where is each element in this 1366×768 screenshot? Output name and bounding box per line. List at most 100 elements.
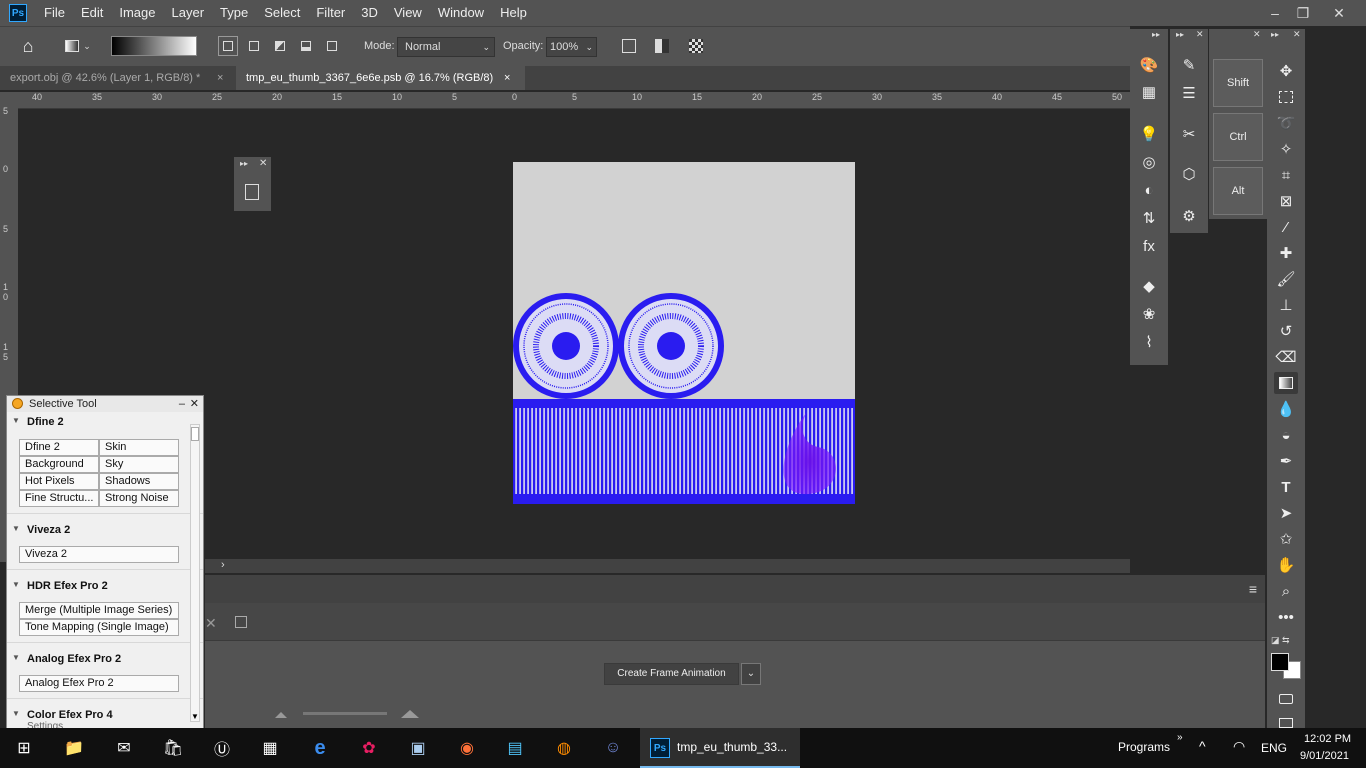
panel-menu-icon[interactable]: ≡ [1249, 581, 1257, 597]
shift-key-button[interactable]: Shift [1213, 59, 1263, 107]
shape-tool-icon[interactable]: ✩ [1274, 528, 1298, 550]
close-icon[interactable]: ✕ [1196, 29, 1204, 40]
mail-icon[interactable]: ✉ [112, 736, 136, 760]
vertical-scrollbar[interactable]: ▼ [190, 424, 200, 722]
collapse-icon[interactable]: ▸▸ [240, 159, 248, 168]
gradient-tool-icon[interactable] [1274, 372, 1298, 394]
unreal-engine-icon[interactable]: Ⓤ [210, 736, 234, 760]
strong-noise-button[interactable]: Strong Noise [99, 490, 179, 507]
tab-tmp-thumb[interactable]: tmp_eu_thumb_3367_6e6e.psb @ 16.7% (RGB/… [236, 66, 525, 90]
hot-pixels-button[interactable]: Hot Pixels [19, 473, 99, 490]
close-icon[interactable]: ✕ [1293, 29, 1301, 40]
layers-icon[interactable]: ◆ [1137, 274, 1161, 298]
photos-app-icon[interactable]: ▣ [406, 736, 430, 760]
collapse-icon[interactable]: ▸▸ [1176, 30, 1184, 39]
blender-icon[interactable]: ◍ [552, 736, 576, 760]
restore-icon[interactable]: ❐ [1288, 0, 1318, 26]
menu-filter[interactable]: Filter [308, 0, 353, 26]
close-icon[interactable]: ✕ [190, 396, 199, 412]
crop-tool-icon[interactable]: ⌗ [1274, 164, 1298, 186]
3d-cube-icon[interactable] [245, 184, 259, 200]
transparency-icon[interactable] [686, 36, 706, 56]
minimize-icon[interactable]: – [1260, 0, 1290, 26]
discord-icon[interactable]: ☺ [601, 736, 625, 760]
3d-cube-icon[interactable]: ⬡ [1177, 162, 1201, 186]
chevron-up-icon[interactable]: ^ [1199, 738, 1206, 754]
lasso-tool-icon[interactable]: ➰ [1274, 112, 1298, 134]
firefox-icon[interactable]: ◉ [455, 736, 479, 760]
reverse-icon[interactable] [619, 36, 639, 56]
pen-tool-icon[interactable]: ✒ [1274, 450, 1298, 472]
collapse-icon[interactable]: ▸▸ [1152, 30, 1160, 39]
chevron-down-icon[interactable]: ⌄ [741, 663, 761, 685]
gradient-preset-icon[interactable]: ⌄ [60, 36, 96, 56]
menu-select[interactable]: Select [256, 0, 308, 26]
clock-date[interactable]: 9/01/2021 [1300, 750, 1349, 762]
viveza2-button[interactable]: Viveza 2 [19, 546, 179, 563]
photoshop-logo[interactable]: Ps [9, 4, 27, 22]
tab-export-obj[interactable]: export.obj @ 42.6% (Layer 1, RGB/8) * × [0, 66, 236, 90]
tab-close-icon[interactable]: × [217, 66, 223, 90]
mode-select[interactable]: Normal ⌄ [397, 37, 495, 57]
skin-button[interactable]: Skin [99, 439, 179, 456]
brush-settings-icon[interactable]: ✎ [1177, 53, 1201, 77]
opacity-input[interactable]: 100% ⌄ [546, 37, 597, 57]
section-viveza[interactable]: Viveza 2 [7, 520, 203, 540]
hand-tool-icon[interactable]: ✋ [1274, 554, 1298, 576]
store-icon[interactable]: 🛍 [161, 736, 185, 760]
default-colors-icon[interactable]: ◪ ⇆ [1271, 635, 1290, 646]
clock-time[interactable]: 12:02 PM [1304, 733, 1351, 745]
wifi-icon[interactable]: ◠ [1233, 738, 1245, 755]
palette-icon[interactable]: 🎨 [1137, 53, 1161, 77]
taskbar-photoshop-button[interactable]: Ps tmp_eu_thumb_33... [640, 728, 800, 768]
programs-toolbar-label[interactable]: Programs [1118, 740, 1170, 754]
channels-icon[interactable]: ⇅ [1137, 206, 1161, 230]
section-analog-efex[interactable]: Analog Efex Pro 2 [7, 649, 203, 669]
menu-layer[interactable]: Layer [164, 0, 213, 26]
merge-button[interactable]: Merge (Multiple Image Series) [19, 602, 179, 619]
section-dfine[interactable]: Dfine 2 [7, 412, 203, 432]
tone-mapping-button[interactable]: Tone Mapping (Single Image) [19, 619, 179, 636]
healing-brush-icon[interactable]: ✚ [1274, 242, 1298, 264]
move-tool-icon[interactable]: ✥ [1274, 60, 1298, 82]
more-tools-icon[interactable]: ••• [1274, 606, 1298, 628]
shadows-button[interactable]: Shadows [99, 473, 179, 490]
document-canvas[interactable] [513, 162, 855, 504]
gradient-swatch[interactable] [111, 36, 197, 56]
analog-efex-button[interactable]: Analog Efex Pro 2 [19, 675, 179, 692]
type-tool-icon[interactable]: T [1274, 476, 1298, 498]
tab-close-icon[interactable]: × [504, 66, 510, 90]
menu-help[interactable]: Help [492, 0, 535, 26]
paths-icon[interactable]: ⌇ [1137, 330, 1161, 354]
zoom-slider[interactable] [303, 712, 387, 715]
close-icon[interactable]: ✕ [259, 158, 267, 169]
marquee-tool-icon[interactable] [1274, 86, 1298, 108]
windows-start-icon[interactable]: ⊞ [12, 736, 36, 760]
close-icon[interactable]: ✕ [1253, 29, 1261, 40]
menu-type[interactable]: Type [212, 0, 256, 26]
zoom-out-icon[interactable] [275, 712, 287, 718]
minimize-icon[interactable]: – [179, 396, 185, 412]
menu-view[interactable]: View [386, 0, 430, 26]
home-icon[interactable]: ⌂ [18, 36, 38, 56]
linear-gradient-icon[interactable] [218, 36, 238, 56]
zoom-tool-icon[interactable]: ⌕ [1274, 580, 1298, 602]
collapse-icon[interactable]: ▸▸ [1271, 30, 1279, 39]
section-hdr-efex[interactable]: HDR Efex Pro 2 [7, 576, 203, 596]
chevron-right-icon[interactable]: › [221, 559, 225, 571]
language-indicator[interactable]: ENG [1261, 741, 1287, 755]
eraser-icon[interactable]: ⌫ [1274, 346, 1298, 368]
eyedropper-icon[interactable]: ⁄ [1274, 216, 1298, 238]
history-brush-icon[interactable]: ↺ [1274, 320, 1298, 342]
styles-fx-icon[interactable]: fx [1137, 234, 1161, 258]
file-explorer-icon[interactable]: 📁 [62, 736, 86, 760]
adjustments-icon[interactable]: ◐ [1137, 178, 1161, 202]
path-select-icon[interactable]: ➤ [1274, 502, 1298, 524]
menu-image[interactable]: Image [111, 0, 163, 26]
search-settings-icon[interactable]: ⚙ [1177, 204, 1201, 228]
menu-window[interactable]: Window [430, 0, 492, 26]
menu-file[interactable]: File [36, 0, 73, 26]
toolbar-expand-icon[interactable]: » [1177, 732, 1183, 743]
fine-structure-button[interactable]: Fine Structu... [19, 490, 99, 507]
angle-gradient-icon[interactable] [270, 36, 290, 56]
